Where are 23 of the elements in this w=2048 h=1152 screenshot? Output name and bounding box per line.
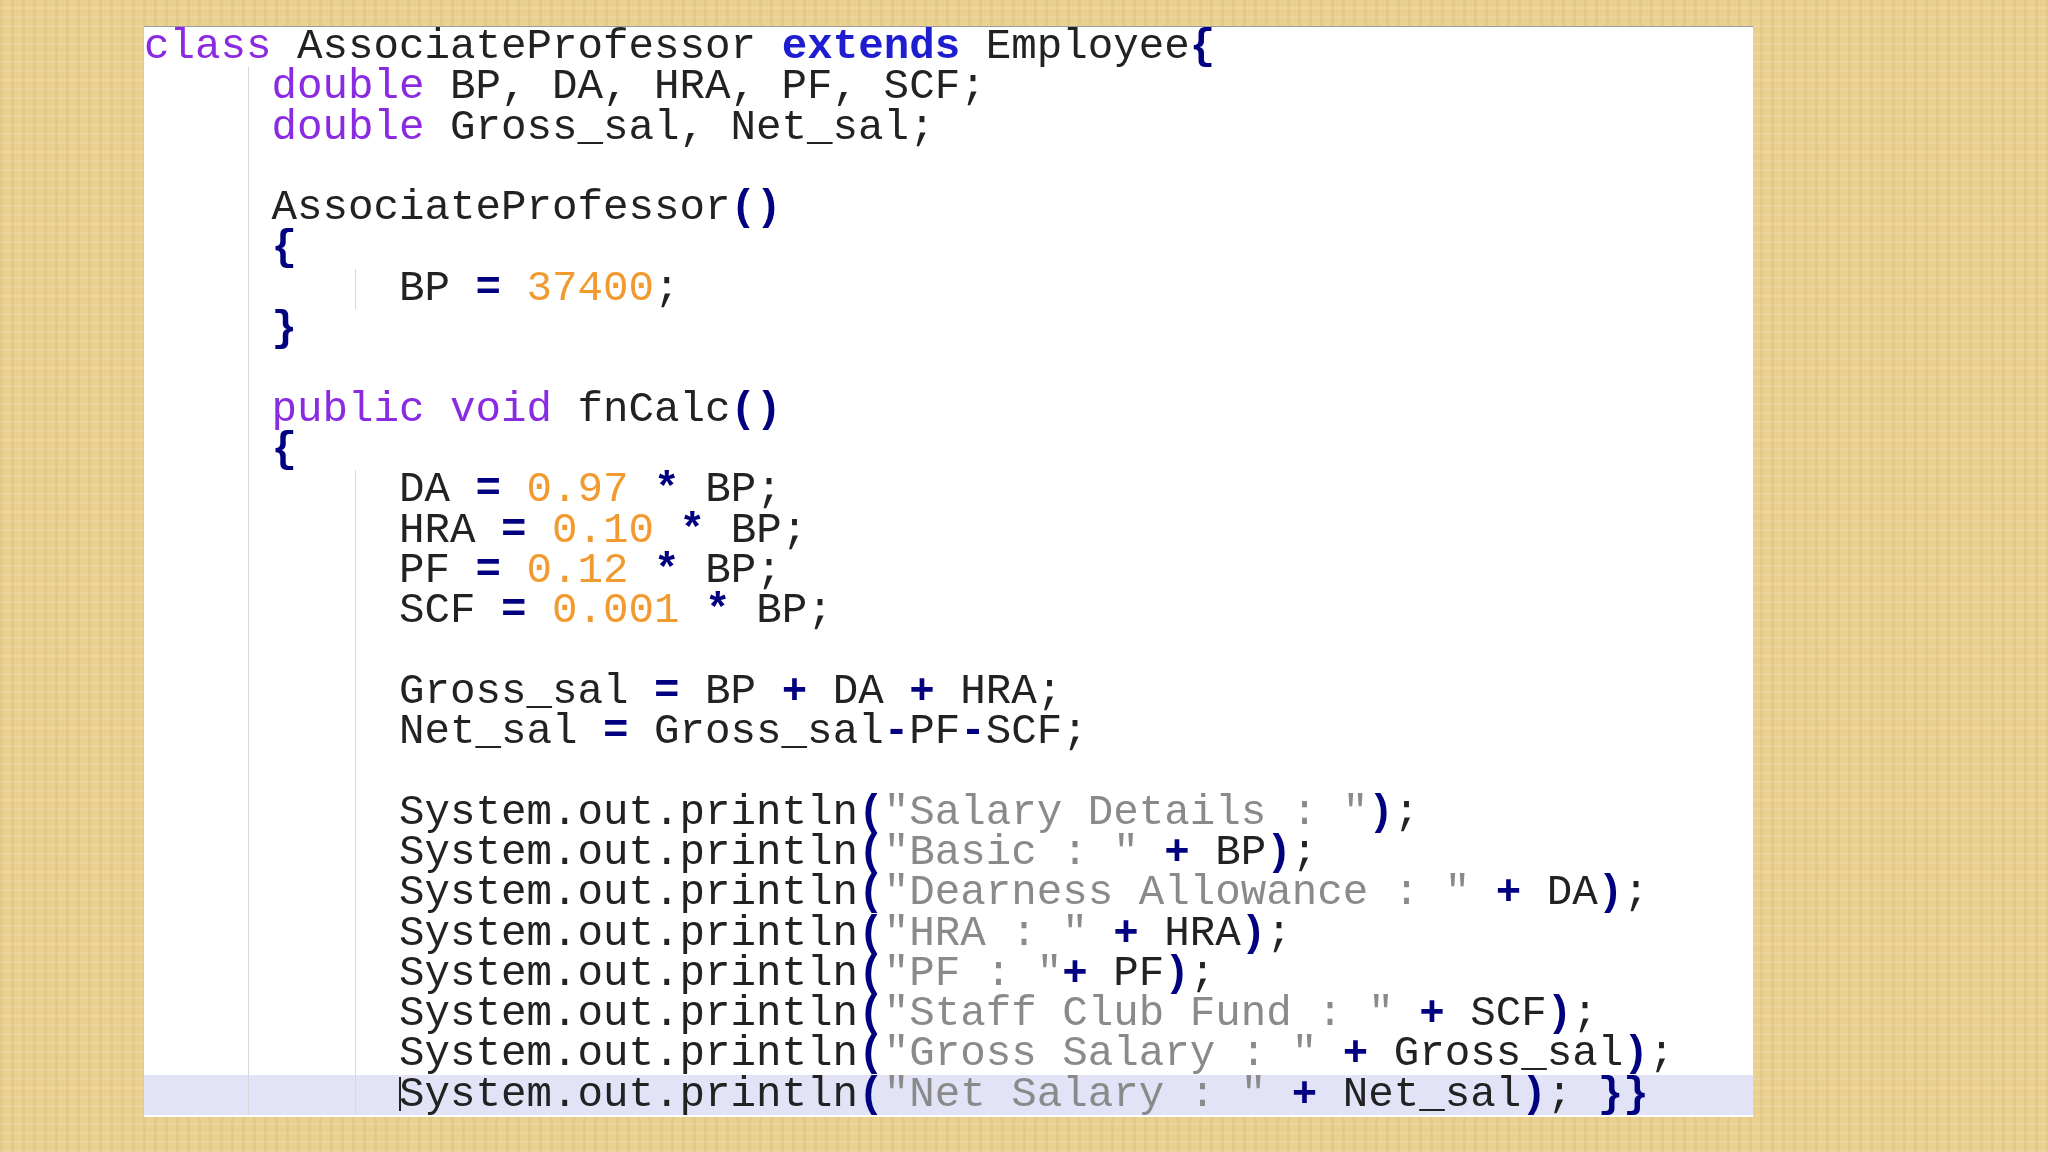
code-line: DA = 0.97 * BP; xyxy=(144,470,1753,511)
code-line: System.out.println("Gross Salary : " + Gross_sal); xyxy=(144,1034,1753,1075)
code-line: System.out.println("Basic : " + BP); xyxy=(144,832,1753,874)
code-line: System.out.println("PF : "+ PF); xyxy=(144,953,1753,995)
code-line: Gross_sal = BP + DA + HRA; xyxy=(144,671,1753,713)
code-line: HRA = 0.10 * BP; xyxy=(144,510,1753,551)
code-line: { xyxy=(144,429,1753,471)
code-line: PF = 0.12 * BP; xyxy=(144,550,1753,592)
code-editor[interactable] xyxy=(144,26,1753,1117)
code-line: SCF = 0.001 * BP; xyxy=(144,591,1753,632)
code-line: System.out.println("Salary Details : "); xyxy=(144,792,1753,833)
code-line: Net_sal = Gross_sal-PF-SCF; xyxy=(144,712,1753,753)
code-line: System.out.println("Dearness Allowance : " + DA); xyxy=(144,873,1753,914)
code-line: } xyxy=(144,309,1753,350)
code-line: System.out.println("HRA : " + HRA); xyxy=(144,913,1753,954)
code-line: System.out.println("Staff Club Fund : " + SCF); xyxy=(144,994,1753,1035)
code-line: BP = 37400; xyxy=(144,268,1753,310)
code-line: AssociateProfessor() xyxy=(144,188,1753,229)
code-line: double Gross_sal, Net_sal; xyxy=(144,107,1753,148)
code-line: public void fnCalc() xyxy=(144,389,1753,430)
code-line: { xyxy=(144,228,1753,269)
code-line: class AssociateProfessor extends Employee{ xyxy=(144,27,1217,68)
code-line: double BP, DA, HRA, PF, SCF; xyxy=(144,67,1753,108)
